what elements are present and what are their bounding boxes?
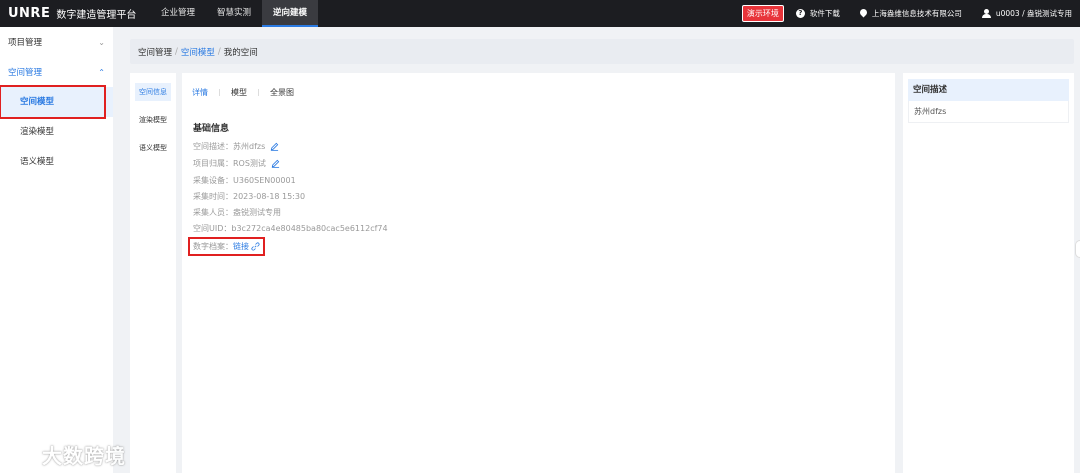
field-value: b3c272ca4e80485ba80cac5e6112cf74 xyxy=(231,224,388,233)
field-label: 采集时间： xyxy=(193,192,233,201)
side-drawer-handle[interactable] xyxy=(1075,240,1080,258)
field-capture-person: 采集人员： 盎锐测试专用 xyxy=(193,207,281,218)
detail-tabs: 详情 模型 全景图 xyxy=(192,87,294,98)
nav-smart-measurement[interactable]: 智慧实测 xyxy=(206,0,262,27)
watermark: 大数跨境 xyxy=(8,440,126,469)
field-label: 采集人员： xyxy=(193,208,233,217)
tab-semantic-model[interactable]: 语义模型 xyxy=(135,139,171,157)
nav-enterprise-management[interactable]: 企业管理 xyxy=(150,0,206,27)
brand-logo: UNRE xyxy=(8,6,51,21)
nav-reverse-modeling[interactable]: 逆向建模 xyxy=(262,0,319,27)
company-selector[interactable]: 上海盎维信息技术有限公司 xyxy=(860,8,962,19)
breadcrumb-separator: / xyxy=(175,46,178,57)
panel-content: 苏州dfzs xyxy=(908,101,1069,123)
sidebar-item-render-model[interactable]: 渲染模型 xyxy=(0,117,113,147)
tab-model[interactable]: 模型 xyxy=(231,87,247,98)
tab-divider xyxy=(258,89,259,96)
space-detail-panel: 详情 模型 全景图 基础信息 空间描述： 苏州dfzs 项目归属： ROS测试 … xyxy=(182,73,895,473)
digital-archive-link[interactable]: 链接 xyxy=(233,241,249,252)
breadcrumb-root[interactable]: 空间管理 xyxy=(138,46,172,58)
field-space-description: 空间描述： 苏州dfzs xyxy=(193,141,279,152)
tab-panorama[interactable]: 全景图 xyxy=(270,87,294,98)
breadcrumb: 空间管理 / 空间模型 / 我的空间 xyxy=(130,39,1074,64)
company-name: 上海盎维信息技术有限公司 xyxy=(871,9,962,18)
field-value: ROS测试 xyxy=(233,159,266,168)
tab-space-info[interactable]: 空间信息 xyxy=(135,83,171,101)
field-capture-time: 采集时间： 2023-08-18 15:30 xyxy=(193,191,305,202)
breadcrumb-current: 我的空间 xyxy=(223,47,258,58)
tab-divider xyxy=(219,89,220,96)
brand[interactable]: UNRE 数字建造管理平台 xyxy=(0,6,150,21)
field-value: 苏州dfzs xyxy=(233,142,266,151)
field-label: 数字档案： xyxy=(193,242,233,251)
user-icon xyxy=(981,9,991,18)
field-value: U360SEN00001 xyxy=(233,176,296,185)
user-name: u0003 / 盎锐测试专用 xyxy=(995,9,1072,18)
user-menu[interactable]: u0003 / 盎锐测试专用 xyxy=(981,8,1072,19)
breadcrumb-space-model[interactable]: 空间模型 xyxy=(181,46,215,58)
field-space-uid: 空间UID： b3c272ca4e80485ba80cac5e6112cf74 xyxy=(193,223,388,234)
app-title: 数字建造管理平台 xyxy=(56,10,137,21)
chevron-down-icon: ⌄ xyxy=(98,37,105,47)
watermark-text: 大数跨境 xyxy=(42,444,126,468)
sidebar-group-label: 项目管理 xyxy=(8,38,43,48)
field-digital-archive: 数字档案： 链接 xyxy=(188,237,265,256)
edit-icon[interactable] xyxy=(271,159,280,168)
field-value: 盎锐测试专用 xyxy=(233,208,281,217)
edit-icon[interactable] xyxy=(270,142,279,151)
panel-title: 空间描述 xyxy=(908,79,1069,101)
sidebar-group-label: 空间管理 xyxy=(8,68,43,78)
sidebar: 项目管理 ⌄ 空间管理 ⌃ 空间模型 渲染模型 语义模型 xyxy=(0,27,113,473)
space-sub-nav: 空间信息 渲染模型 语义模型 xyxy=(130,73,176,473)
sidebar-group-space-management[interactable]: 空间管理 ⌃ xyxy=(0,57,113,87)
section-title-basic-info: 基础信息 xyxy=(193,124,230,134)
watermark-logo-icon xyxy=(10,445,35,468)
demo-environment-badge: 演示环境 xyxy=(741,5,784,22)
link-icon[interactable] xyxy=(251,242,260,251)
field-project: 项目归属： ROS测试 xyxy=(193,158,280,169)
header-actions: 演示环境 ? 软件下载 上海盎维信息技术有限公司 u0003 / 盎锐测试专用 xyxy=(741,0,1080,27)
software-download-link[interactable]: ? 软件下载 xyxy=(795,8,840,19)
field-label: 空间UID： xyxy=(193,224,232,233)
field-label: 项目归属： xyxy=(193,159,233,168)
field-device: 采集设备： U360SEN00001 xyxy=(193,175,296,186)
sidebar-item-label: 空间模型 xyxy=(0,85,106,119)
chevron-up-icon: ⌃ xyxy=(98,67,105,77)
field-label: 空间描述： xyxy=(193,142,233,151)
software-download-label: 软件下载 xyxy=(809,9,840,18)
question-icon: ? xyxy=(795,9,805,18)
location-pin-icon xyxy=(860,9,867,18)
main-nav: 企业管理 智慧实测 逆向建模 xyxy=(150,0,319,27)
tab-details[interactable]: 详情 xyxy=(192,87,208,98)
sidebar-group-project-management[interactable]: 项目管理 ⌄ xyxy=(0,27,113,57)
field-label: 采集设备： xyxy=(193,176,233,185)
sidebar-item-space-model[interactable]: 空间模型 xyxy=(0,85,113,119)
tab-render-model[interactable]: 渲染模型 xyxy=(135,111,171,129)
top-navigation-bar: UNRE 数字建造管理平台 企业管理 智慧实测 逆向建模 演示环境 ? 软件下载… xyxy=(0,0,1080,27)
breadcrumb-separator: / xyxy=(217,46,221,57)
field-value: 2023-08-18 15:30 xyxy=(233,192,306,201)
sidebar-item-semantic-model[interactable]: 语义模型 xyxy=(0,147,113,177)
space-description-panel: 空间描述 苏州dfzs xyxy=(903,73,1074,473)
